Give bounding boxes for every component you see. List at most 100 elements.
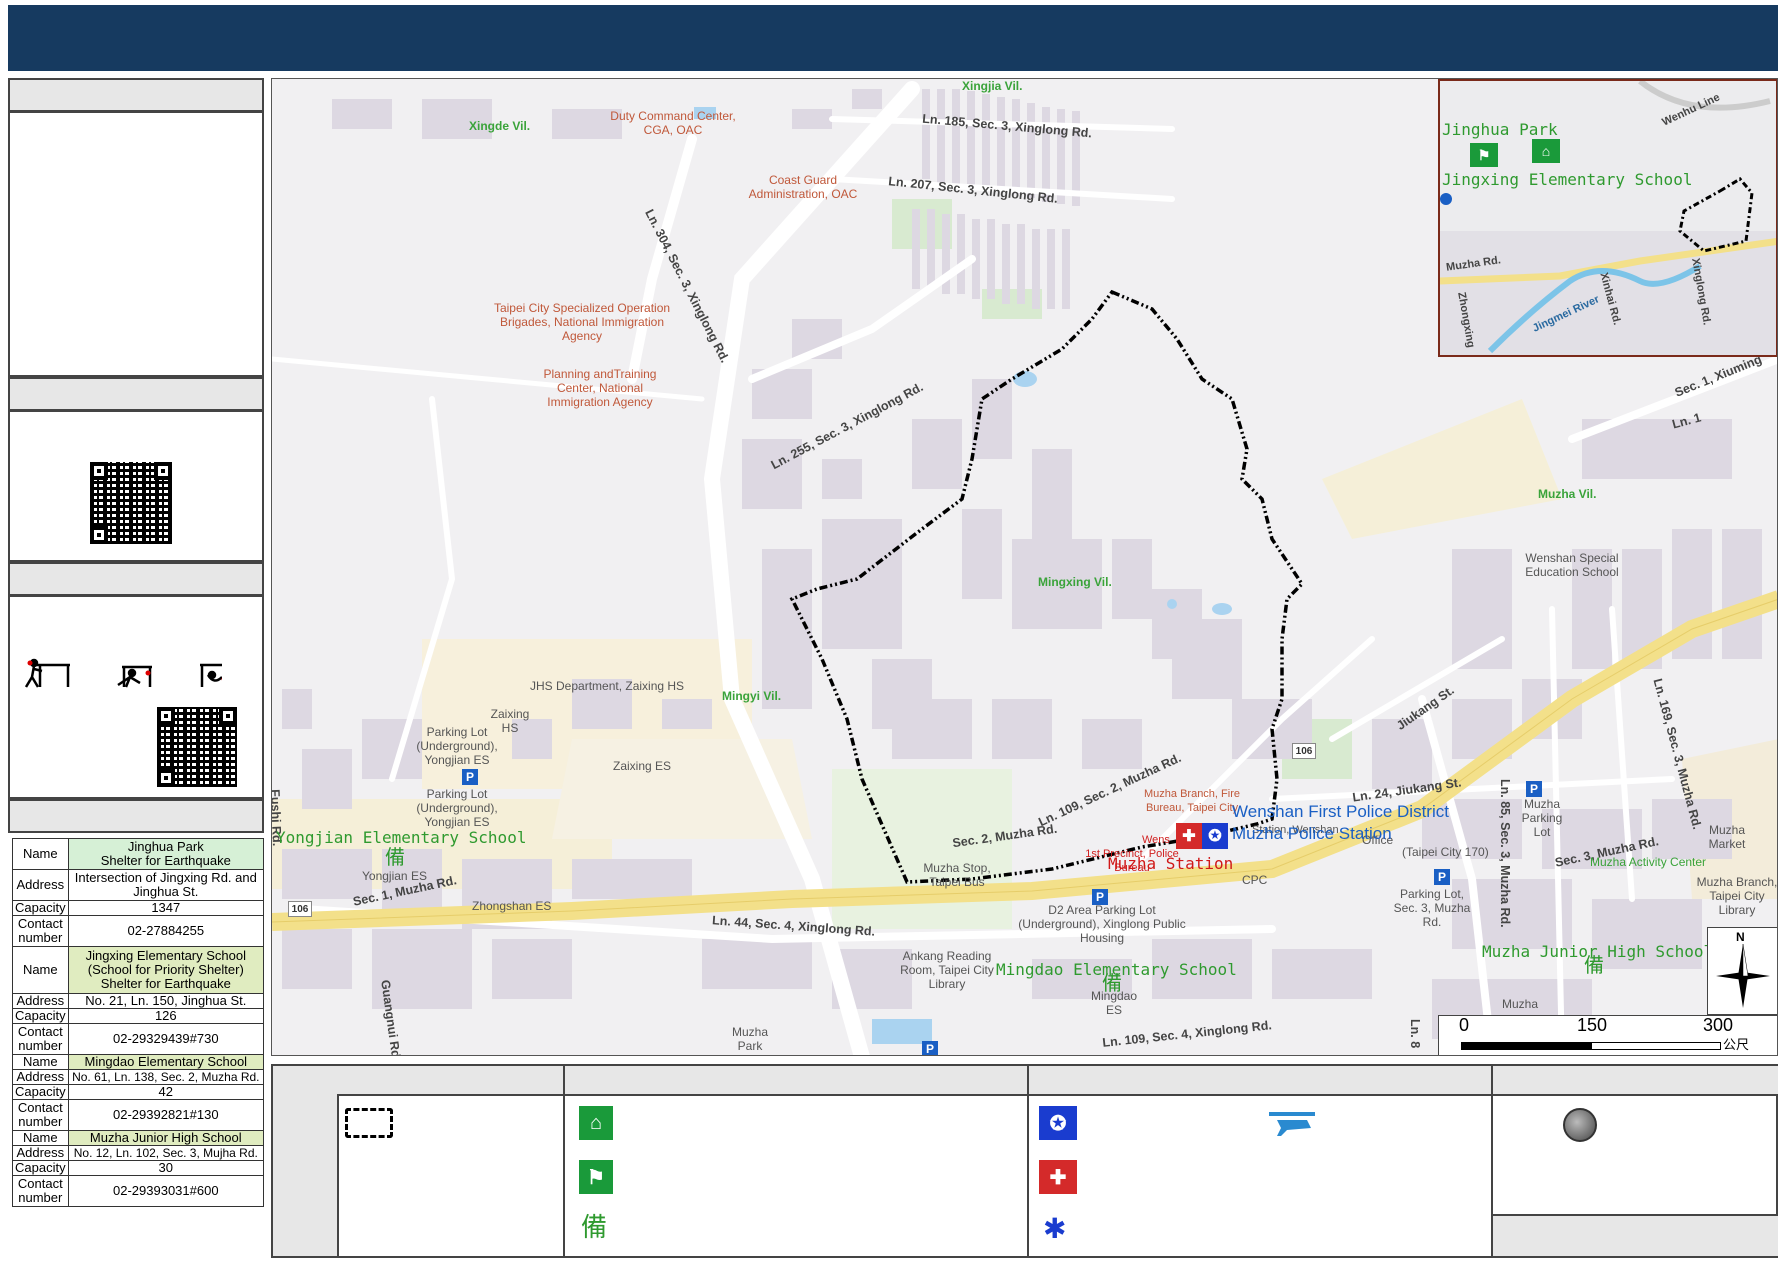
- police-station-icon[interactable]: ✪: [1202, 823, 1228, 849]
- title-bar: [8, 5, 1778, 71]
- legend-footer-cell: [1493, 1214, 1778, 1256]
- legend-header: [337, 1066, 565, 1096]
- sidebar-header-2: [8, 377, 264, 411]
- fire-map-label: Muzha Station: [1108, 854, 1234, 873]
- shelter-map-label: Yongjian Elementary School: [276, 828, 527, 847]
- table-row: Name Jinghua Park Shelter for Earthquake: [12, 838, 265, 870]
- shelter-icon[interactable]: 備: [1584, 956, 1604, 976]
- label-address: Address: [12, 993, 69, 1009]
- table-row: Capacity 1347: [12, 900, 265, 916]
- parking-icon[interactable]: P: [1434, 869, 1450, 885]
- poi-label: Muzha Parking Lot: [1521, 797, 1563, 839]
- poi-label: Muzha Park: [731, 1025, 769, 1053]
- label-contact: Contact number: [12, 1023, 69, 1055]
- label-capacity: Capacity: [12, 1160, 69, 1176]
- poi-label: D2 Area Parking Lot (Underground), Xingl…: [1018, 903, 1186, 945]
- legend: ⌂ ⚑ 備 ✪ ✚ ✱: [271, 1064, 1778, 1258]
- label-address: Address: [12, 1069, 69, 1085]
- table-row: Address Intersection of Jingxing Rd. and …: [12, 869, 265, 901]
- shelter-icon[interactable]: 備: [385, 848, 405, 868]
- table-row: Contact number 02-29392821#130: [12, 1099, 265, 1131]
- sidebar-header-3: [8, 562, 264, 596]
- shelter-contact: 02-29329439#730: [67, 1023, 265, 1055]
- legend-header: [1029, 1066, 1493, 1096]
- table-row: Contact number 02-29329439#730: [12, 1023, 265, 1055]
- poi-label: Muzha Branch, Taipei City Library: [1696, 875, 1778, 917]
- shelter-capacity: 1347: [67, 900, 265, 916]
- table-row: Name Muzha Junior High School: [12, 1130, 265, 1146]
- police-station-icon: ✪: [1039, 1106, 1077, 1140]
- main-map[interactable]: Xingjia Vil. Xingde Vil. Muzha Vil. Ming…: [271, 78, 1778, 1056]
- park-shelter-icon[interactable]: ⚑: [1470, 143, 1498, 167]
- legend-header: [565, 1066, 1029, 1096]
- legend-col: ✪ ✚ ✱: [1029, 1096, 1493, 1256]
- shelter-name: Muzha Junior High School: [67, 1130, 265, 1146]
- parking-icon[interactable]: P: [922, 1041, 938, 1055]
- legend-col: ⌂ ⚑ 備: [565, 1096, 1029, 1256]
- table-row: Capacity 42: [12, 1084, 265, 1100]
- table-row: Capacity 126: [12, 1008, 265, 1024]
- parking-icon[interactable]: P: [1526, 781, 1542, 797]
- poi-label: Zhongshan ES: [472, 899, 552, 913]
- table-row: Capacity 30: [12, 1160, 265, 1176]
- village-label: Mingxing Vil.: [1038, 575, 1112, 589]
- poi-label: Yongjian ES: [362, 869, 427, 883]
- shelter-address: Intersection of Jingxing Rd. and Jinghua…: [67, 869, 265, 901]
- sidebar-box-1: [8, 111, 264, 377]
- poi-label: Wens: [1142, 834, 1170, 846]
- shelter-name: Mingdao Elementary School: [67, 1054, 265, 1070]
- parking-icon[interactable]: P: [1092, 889, 1108, 905]
- gov-label: Taipei City Specialized Operation Brigad…: [493, 301, 671, 343]
- scale-tick: 150: [1577, 1015, 1608, 1035]
- label-name: Name: [12, 946, 69, 994]
- shelter-name: Jinghua Park Shelter for Earthquake: [67, 838, 265, 870]
- inset-map[interactable]: Jinghua Park Jingxing Elementary School …: [1438, 79, 1777, 357]
- shelter-address: No. 21, Ln. 150, Jinghua St.: [67, 993, 265, 1009]
- police-map-label: Wenshan First Police District: [1232, 802, 1449, 821]
- table-row: Contact number 02-27884255: [12, 915, 265, 947]
- shelter-name: Jingxing Elementary School (School for P…: [67, 946, 265, 994]
- label-name: Name: [12, 1054, 69, 1070]
- label-address: Address: [12, 1145, 69, 1161]
- label-capacity: Capacity: [12, 900, 69, 916]
- label-capacity: Capacity: [12, 1084, 69, 1100]
- shelter-address: No. 61, Ln. 138, Sec. 2, Muzha Rd.: [67, 1069, 265, 1085]
- poi-label: Muzha Stop, Taipei Bus: [923, 861, 991, 889]
- drop-cover-hold-icon: [24, 658, 222, 688]
- shelter-contact: 02-27884255: [67, 915, 265, 947]
- parking-icon[interactable]: P: [462, 769, 478, 785]
- qr-code[interactable]: [90, 462, 172, 544]
- village-label: Muzha Vil.: [1538, 487, 1597, 501]
- poi-label: Parking Lot (Underground), Yongjian ES: [416, 725, 498, 767]
- shelter-capacity: 126: [67, 1008, 265, 1024]
- scale-bar: 0 150 300 公尺: [1438, 1015, 1777, 1055]
- fire-station-icon[interactable]: ✚: [1176, 823, 1202, 849]
- shelter-info-table: Name Jinghua Park Shelter for Earthquake …: [12, 838, 265, 1207]
- poi-label: Ankang Reading Room, Taipei City Library: [900, 949, 994, 991]
- poi-label: (Taipei City 170): [1402, 845, 1489, 859]
- shelter-icon[interactable]: 備: [1102, 974, 1122, 994]
- label-contact: Contact number: [12, 1175, 69, 1207]
- scale-unit: 公尺: [1723, 1037, 1750, 1052]
- fire-station-icon: ✚: [1039, 1160, 1077, 1194]
- drill-qr-code[interactable]: [157, 707, 237, 787]
- poi-label: Zaixing ES: [612, 759, 672, 773]
- route-106-badge: 106: [1292, 743, 1316, 759]
- police-map-label: Muzha Police Station: [1232, 824, 1392, 843]
- label-capacity: Capacity: [12, 1008, 69, 1024]
- sidebar-box-qr: [8, 410, 264, 562]
- reserve-shelter-icon: 備: [581, 1212, 608, 1242]
- label-name: Name: [12, 1130, 69, 1146]
- school-shelter-icon[interactable]: ⌂: [1532, 139, 1560, 163]
- scale-tick: 0: [1459, 1015, 1470, 1035]
- table-row: Address No. 61, Ln. 138, Sec. 2, Muzha Rd…: [12, 1069, 265, 1085]
- shelter-capacity: 42: [67, 1084, 265, 1100]
- inset-label: Jinghua Park: [1442, 120, 1558, 139]
- compass-rose: N: [1707, 927, 1777, 1015]
- compass-icon: [1716, 943, 1770, 1008]
- poi-label: Muzha: [1502, 997, 1539, 1011]
- boundary-swatch: [345, 1108, 393, 1138]
- village-label: Xingde Vil.: [469, 119, 531, 133]
- road-label: Ln. 8: [1408, 1019, 1422, 1049]
- shelter-contact: 02-29392821#130: [67, 1099, 265, 1131]
